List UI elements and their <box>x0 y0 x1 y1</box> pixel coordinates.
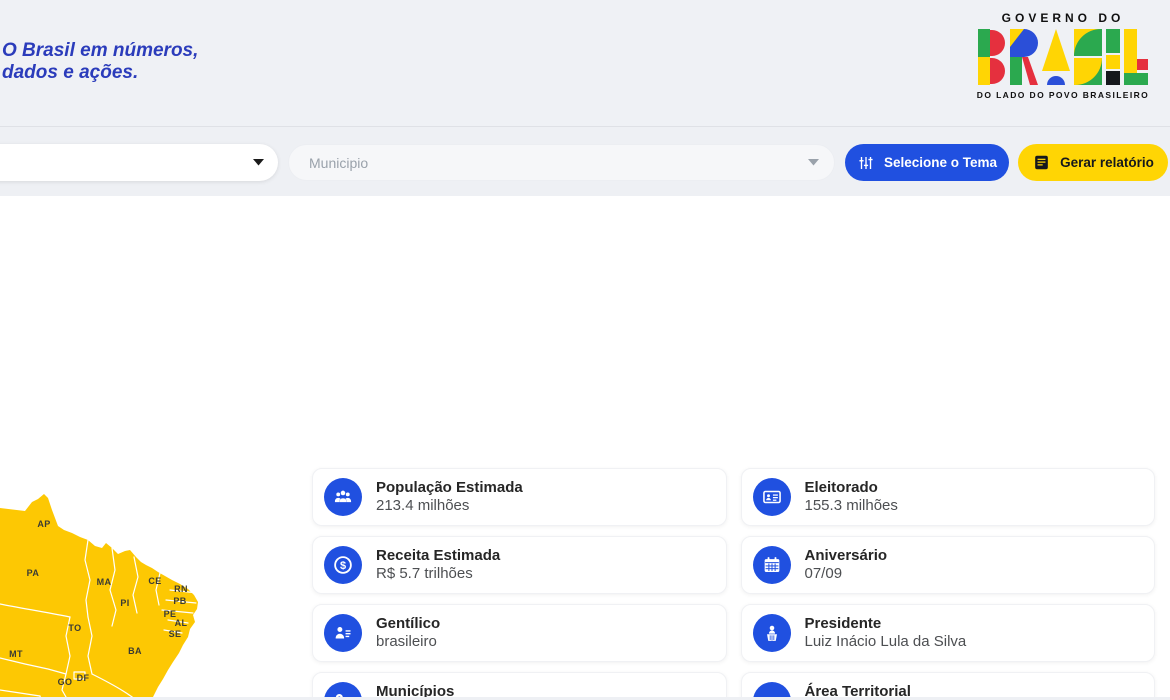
governo-do-brasil-logo: GOVERNO DO DO LADO DO POVO BRASILEIRO <box>970 11 1156 100</box>
state-label-df: DF <box>77 673 90 683</box>
stat-card-value: R$ 5.7 trilhões <box>376 565 500 583</box>
page-header: O Brasil em números, dados e ações. GOVE… <box>0 0 1170 127</box>
people-group-icon <box>324 478 362 516</box>
stat-card-title: Gentílico <box>376 615 440 633</box>
stats-grid: População Estimada213.4 milhõesEleitorad… <box>312 468 1155 700</box>
municipio-input[interactable] <box>307 154 791 172</box>
stat-card: População Estimada213.4 milhões <box>312 468 727 526</box>
generate-report-label: Gerar relatório <box>1060 155 1154 170</box>
stat-card-value: 213.4 milhões <box>376 497 523 515</box>
state-label-pb: PB <box>173 596 186 606</box>
stat-card-title: Eleitorado <box>805 479 898 497</box>
state-label-ma: MA <box>97 577 112 587</box>
stat-card-value: Luiz Inácio Lula da Silva <box>805 633 967 651</box>
stat-card-title: Receita Estimada <box>376 547 500 565</box>
state-label-mt: MT <box>9 649 23 659</box>
tagline-line1: O Brasil em números, <box>2 40 198 62</box>
filter-bar: Selecione o Tema Gerar relatório <box>0 127 1170 196</box>
sliders-icon <box>857 154 875 172</box>
stat-card: Aniversário07/09 <box>741 536 1156 594</box>
tagline-line2: dados e ações. <box>2 62 198 84</box>
stat-card: PresidenteLuiz Inácio Lula da Silva <box>741 604 1156 662</box>
brazil-dashboard-page: O Brasil em números, dados e ações. GOVE… <box>0 0 1170 700</box>
id-card-icon <box>753 478 791 516</box>
person-lines-icon <box>324 614 362 652</box>
state-label-pa: PA <box>27 568 40 578</box>
state-select[interactable] <box>0 144 278 181</box>
stat-card: Eleitorado155.3 milhões <box>741 468 1156 526</box>
state-label-rn: RN <box>174 584 188 594</box>
stat-card: Área Territorial8.5 milhões km² <box>741 672 1156 700</box>
state-label-go: GO <box>58 677 73 687</box>
state-label-ce: CE <box>148 576 161 586</box>
report-icon <box>1032 153 1051 172</box>
state-label-to: TO <box>68 623 81 633</box>
main-content: APPAMACERNPBPEALSEPITOMTBAGODFMGESMSSPRJ… <box>0 196 1170 700</box>
site-tagline: O Brasil em números, dados e ações. <box>2 40 198 84</box>
chevron-down-icon <box>253 159 264 166</box>
state-label-ap: AP <box>37 519 50 529</box>
stat-card-value: 155.3 milhões <box>805 497 898 515</box>
stat-card: Gentílicobrasileiro <box>312 604 727 662</box>
calendar-icon <box>753 546 791 584</box>
stat-card-value: 07/09 <box>805 565 888 583</box>
president-icon <box>753 614 791 652</box>
state-label-pi: PI <box>120 598 129 608</box>
select-theme-button[interactable]: Selecione o Tema <box>845 144 1009 181</box>
stat-card: Receita EstimadaR$ 5.7 trilhões <box>312 536 727 594</box>
stat-card: Municípios5.570 <box>312 672 727 700</box>
brasil-logo-graphic <box>978 29 1148 85</box>
state-label-al: AL <box>175 618 188 628</box>
state-label-se: SE <box>169 629 182 639</box>
map-labels: APPAMACERNPBPEALSEPITOMTBAGODFMGESMSSPRJ… <box>0 486 210 700</box>
stat-card-title: Aniversário <box>805 547 888 565</box>
stat-card-title: Presidente <box>805 615 967 633</box>
stat-card-value: brasileiro <box>376 633 440 651</box>
logo-top-text: GOVERNO DO <box>1002 11 1125 25</box>
dollar-icon <box>324 546 362 584</box>
state-label-ba: BA <box>128 646 142 656</box>
select-theme-label: Selecione o Tema <box>884 155 997 170</box>
brazil-map[interactable]: APPAMACERNPBPEALSEPITOMTBAGODFMGESMSSPRJ… <box>0 486 210 700</box>
logo-bottom-text: DO LADO DO POVO BRASILEIRO <box>977 90 1149 100</box>
municipio-select[interactable] <box>288 144 835 181</box>
stat-card-title: População Estimada <box>376 479 523 497</box>
generate-report-button[interactable]: Gerar relatório <box>1018 144 1168 181</box>
chevron-down-icon <box>808 159 819 166</box>
